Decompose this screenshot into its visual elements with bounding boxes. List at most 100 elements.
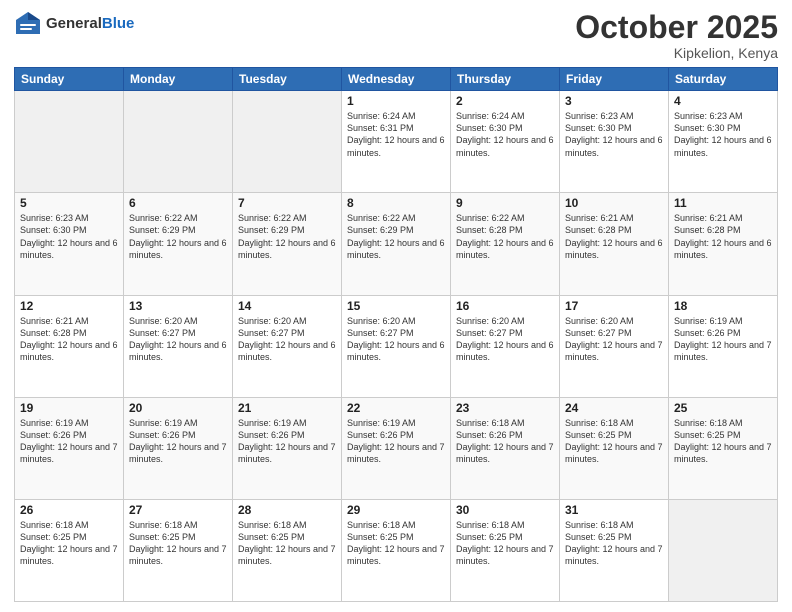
header-thursday: Thursday bbox=[451, 68, 560, 91]
day-number: 29 bbox=[347, 503, 445, 517]
table-row: 26 Sunrise: 6:18 AMSunset: 6:25 PMDaylig… bbox=[15, 499, 124, 601]
table-row: 8 Sunrise: 6:22 AMSunset: 6:29 PMDayligh… bbox=[342, 193, 451, 295]
day-info: Sunrise: 6:23 AMSunset: 6:30 PMDaylight:… bbox=[674, 110, 772, 159]
day-info: Sunrise: 6:21 AMSunset: 6:28 PMDaylight:… bbox=[674, 212, 772, 261]
title-block: October 2025 Kipkelion, Kenya bbox=[575, 10, 778, 61]
day-number: 8 bbox=[347, 196, 445, 210]
day-number: 24 bbox=[565, 401, 663, 415]
table-row: 28 Sunrise: 6:18 AMSunset: 6:25 PMDaylig… bbox=[233, 499, 342, 601]
day-number: 14 bbox=[238, 299, 336, 313]
table-row: 30 Sunrise: 6:18 AMSunset: 6:25 PMDaylig… bbox=[451, 499, 560, 601]
day-info: Sunrise: 6:18 AMSunset: 6:25 PMDaylight:… bbox=[238, 519, 336, 568]
calendar-week-row: 12 Sunrise: 6:21 AMSunset: 6:28 PMDaylig… bbox=[15, 295, 778, 397]
day-number: 23 bbox=[456, 401, 554, 415]
day-info: Sunrise: 6:19 AMSunset: 6:26 PMDaylight:… bbox=[238, 417, 336, 466]
table-row: 17 Sunrise: 6:20 AMSunset: 6:27 PMDaylig… bbox=[560, 295, 669, 397]
calendar-table: Sunday Monday Tuesday Wednesday Thursday… bbox=[14, 67, 778, 602]
weekday-header-row: Sunday Monday Tuesday Wednesday Thursday… bbox=[15, 68, 778, 91]
table-row: 11 Sunrise: 6:21 AMSunset: 6:28 PMDaylig… bbox=[669, 193, 778, 295]
day-info: Sunrise: 6:18 AMSunset: 6:26 PMDaylight:… bbox=[456, 417, 554, 466]
header-monday: Monday bbox=[124, 68, 233, 91]
table-row: 3 Sunrise: 6:23 AMSunset: 6:30 PMDayligh… bbox=[560, 91, 669, 193]
table-row: 6 Sunrise: 6:22 AMSunset: 6:29 PMDayligh… bbox=[124, 193, 233, 295]
day-number: 5 bbox=[20, 196, 118, 210]
table-row: 14 Sunrise: 6:20 AMSunset: 6:27 PMDaylig… bbox=[233, 295, 342, 397]
table-row: 31 Sunrise: 6:18 AMSunset: 6:25 PMDaylig… bbox=[560, 499, 669, 601]
day-info: Sunrise: 6:20 AMSunset: 6:27 PMDaylight:… bbox=[347, 315, 445, 364]
day-info: Sunrise: 6:20 AMSunset: 6:27 PMDaylight:… bbox=[238, 315, 336, 364]
day-info: Sunrise: 6:22 AMSunset: 6:28 PMDaylight:… bbox=[456, 212, 554, 261]
table-row: 9 Sunrise: 6:22 AMSunset: 6:28 PMDayligh… bbox=[451, 193, 560, 295]
day-info: Sunrise: 6:18 AMSunset: 6:25 PMDaylight:… bbox=[20, 519, 118, 568]
month-title: October 2025 bbox=[575, 10, 778, 45]
header-saturday: Saturday bbox=[669, 68, 778, 91]
day-number: 6 bbox=[129, 196, 227, 210]
day-info: Sunrise: 6:18 AMSunset: 6:25 PMDaylight:… bbox=[456, 519, 554, 568]
table-row: 25 Sunrise: 6:18 AMSunset: 6:25 PMDaylig… bbox=[669, 397, 778, 499]
day-number: 11 bbox=[674, 196, 772, 210]
day-number: 2 bbox=[456, 94, 554, 108]
day-info: Sunrise: 6:23 AMSunset: 6:30 PMDaylight:… bbox=[20, 212, 118, 261]
day-number: 15 bbox=[347, 299, 445, 313]
day-info: Sunrise: 6:22 AMSunset: 6:29 PMDaylight:… bbox=[238, 212, 336, 261]
table-row: 16 Sunrise: 6:20 AMSunset: 6:27 PMDaylig… bbox=[451, 295, 560, 397]
calendar-page: GeneralBlue October 2025 Kipkelion, Keny… bbox=[0, 0, 792, 612]
day-number: 10 bbox=[565, 196, 663, 210]
day-info: Sunrise: 6:18 AMSunset: 6:25 PMDaylight:… bbox=[565, 519, 663, 568]
day-number: 19 bbox=[20, 401, 118, 415]
table-row: 20 Sunrise: 6:19 AMSunset: 6:26 PMDaylig… bbox=[124, 397, 233, 499]
day-info: Sunrise: 6:24 AMSunset: 6:30 PMDaylight:… bbox=[456, 110, 554, 159]
day-number: 18 bbox=[674, 299, 772, 313]
day-info: Sunrise: 6:20 AMSunset: 6:27 PMDaylight:… bbox=[456, 315, 554, 364]
table-row: 2 Sunrise: 6:24 AMSunset: 6:30 PMDayligh… bbox=[451, 91, 560, 193]
day-number: 25 bbox=[674, 401, 772, 415]
table-row: 15 Sunrise: 6:20 AMSunset: 6:27 PMDaylig… bbox=[342, 295, 451, 397]
day-number: 13 bbox=[129, 299, 227, 313]
day-number: 1 bbox=[347, 94, 445, 108]
day-number: 26 bbox=[20, 503, 118, 517]
calendar-week-row: 1 Sunrise: 6:24 AMSunset: 6:31 PMDayligh… bbox=[15, 91, 778, 193]
calendar-week-row: 5 Sunrise: 6:23 AMSunset: 6:30 PMDayligh… bbox=[15, 193, 778, 295]
table-row: 10 Sunrise: 6:21 AMSunset: 6:28 PMDaylig… bbox=[560, 193, 669, 295]
calendar-week-row: 26 Sunrise: 6:18 AMSunset: 6:25 PMDaylig… bbox=[15, 499, 778, 601]
header-friday: Friday bbox=[560, 68, 669, 91]
day-number: 17 bbox=[565, 299, 663, 313]
table-row: 22 Sunrise: 6:19 AMSunset: 6:26 PMDaylig… bbox=[342, 397, 451, 499]
logo-general: General bbox=[46, 15, 102, 32]
table-row bbox=[124, 91, 233, 193]
day-number: 22 bbox=[347, 401, 445, 415]
day-number: 7 bbox=[238, 196, 336, 210]
table-row: 12 Sunrise: 6:21 AMSunset: 6:28 PMDaylig… bbox=[15, 295, 124, 397]
day-number: 3 bbox=[565, 94, 663, 108]
day-info: Sunrise: 6:22 AMSunset: 6:29 PMDaylight:… bbox=[129, 212, 227, 261]
table-row: 18 Sunrise: 6:19 AMSunset: 6:26 PMDaylig… bbox=[669, 295, 778, 397]
day-number: 27 bbox=[129, 503, 227, 517]
location: Kipkelion, Kenya bbox=[575, 45, 778, 61]
day-info: Sunrise: 6:22 AMSunset: 6:29 PMDaylight:… bbox=[347, 212, 445, 261]
day-info: Sunrise: 6:23 AMSunset: 6:30 PMDaylight:… bbox=[565, 110, 663, 159]
table-row: 1 Sunrise: 6:24 AMSunset: 6:31 PMDayligh… bbox=[342, 91, 451, 193]
day-number: 30 bbox=[456, 503, 554, 517]
table-row: 23 Sunrise: 6:18 AMSunset: 6:26 PMDaylig… bbox=[451, 397, 560, 499]
day-number: 31 bbox=[565, 503, 663, 517]
day-number: 20 bbox=[129, 401, 227, 415]
day-info: Sunrise: 6:21 AMSunset: 6:28 PMDaylight:… bbox=[565, 212, 663, 261]
header: GeneralBlue October 2025 Kipkelion, Keny… bbox=[14, 10, 778, 61]
day-info: Sunrise: 6:20 AMSunset: 6:27 PMDaylight:… bbox=[129, 315, 227, 364]
day-info: Sunrise: 6:24 AMSunset: 6:31 PMDaylight:… bbox=[347, 110, 445, 159]
day-info: Sunrise: 6:18 AMSunset: 6:25 PMDaylight:… bbox=[674, 417, 772, 466]
table-row: 21 Sunrise: 6:19 AMSunset: 6:26 PMDaylig… bbox=[233, 397, 342, 499]
logo-blue: Blue bbox=[102, 15, 135, 32]
day-number: 9 bbox=[456, 196, 554, 210]
day-info: Sunrise: 6:19 AMSunset: 6:26 PMDaylight:… bbox=[347, 417, 445, 466]
table-row bbox=[233, 91, 342, 193]
day-info: Sunrise: 6:19 AMSunset: 6:26 PMDaylight:… bbox=[674, 315, 772, 364]
table-row bbox=[15, 91, 124, 193]
table-row: 13 Sunrise: 6:20 AMSunset: 6:27 PMDaylig… bbox=[124, 295, 233, 397]
calendar-week-row: 19 Sunrise: 6:19 AMSunset: 6:26 PMDaylig… bbox=[15, 397, 778, 499]
table-row: 27 Sunrise: 6:18 AMSunset: 6:25 PMDaylig… bbox=[124, 499, 233, 601]
day-number: 12 bbox=[20, 299, 118, 313]
logo: GeneralBlue bbox=[14, 10, 134, 38]
day-number: 16 bbox=[456, 299, 554, 313]
day-info: Sunrise: 6:21 AMSunset: 6:28 PMDaylight:… bbox=[20, 315, 118, 364]
